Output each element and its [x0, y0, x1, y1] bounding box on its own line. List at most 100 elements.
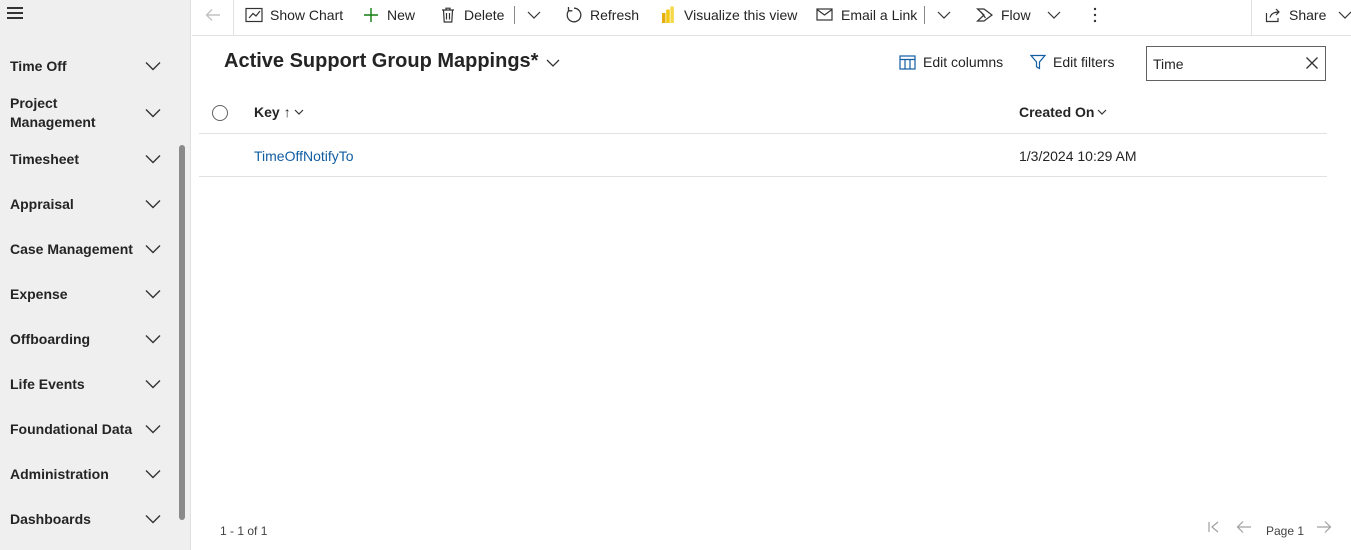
chevron-down-icon — [145, 199, 161, 209]
sidebar-item-label: Administration — [10, 465, 109, 482]
visualize-view-label: Visualize this view — [684, 7, 798, 23]
created-on-cell: 1/3/2024 10:29 AM — [1019, 148, 1137, 164]
trash-icon — [439, 6, 457, 24]
chevron-down-icon — [935, 6, 953, 24]
chevron-down-icon — [1045, 6, 1063, 24]
view-selector[interactable]: Active Support Group Mappings* — [224, 50, 560, 73]
share-label: Share — [1289, 7, 1327, 23]
email-more-dropdown[interactable] — [935, 0, 953, 30]
sidebar-item-appraisal[interactable]: Appraisal — [0, 194, 175, 214]
sidebar-item-label: Expense — [10, 285, 68, 302]
sidebar-item-offboarding[interactable]: Offboarding — [0, 329, 175, 349]
sidebar-item-label: Case Management — [10, 240, 133, 257]
sidebar-item-timesheet[interactable]: Timesheet — [0, 149, 175, 169]
plus-icon — [362, 6, 380, 24]
sidebar-item-label: Dashboards — [10, 510, 91, 527]
search-box — [1146, 46, 1326, 81]
arrow-left-icon — [1236, 520, 1252, 537]
more-commands-button[interactable] — [1086, 0, 1104, 30]
visualize-view-button[interactable]: Visualize this view — [659, 0, 797, 30]
previous-page-button[interactable] — [1236, 520, 1252, 537]
show-chart-button[interactable]: Show Chart — [245, 0, 343, 30]
sidebar-item-label: Offboarding — [10, 330, 91, 347]
edit-filters-button[interactable]: Edit filters — [1030, 54, 1114, 70]
new-button[interactable]: New — [362, 0, 415, 30]
filter-icon — [1030, 54, 1046, 70]
chevron-down-icon — [145, 424, 161, 434]
key-link[interactable]: TimeOffNotifyTo — [254, 148, 354, 164]
divider — [924, 6, 925, 24]
refresh-button[interactable]: Refresh — [565, 0, 639, 30]
sidebar-item-life-events[interactable]: Life Events — [0, 374, 175, 394]
email-link-label: Email a Link — [841, 7, 918, 23]
column-header-created-on[interactable]: Created On — [1019, 104, 1107, 120]
command-bar: Show Chart New Delete Refresh Visualize … — [192, 0, 1351, 36]
refresh-icon — [565, 6, 583, 24]
sidebar-item-label: Life Events — [10, 375, 85, 392]
flow-icon — [976, 6, 994, 24]
chevron-down-icon — [145, 108, 161, 118]
column-header-label: Key — [254, 104, 280, 120]
new-label: New — [387, 7, 416, 23]
column-header-label: Created On — [1019, 104, 1095, 120]
chevron-down-icon — [145, 244, 161, 254]
record-count: 1 - 1 of 1 — [220, 524, 268, 538]
show-chart-label: Show Chart — [270, 7, 344, 23]
table-row[interactable]: TimeOffNotifyTo 1/3/2024 10:29 AM — [199, 135, 1327, 177]
sidebar-item-label: Timesheet — [10, 150, 79, 167]
grid-header: Key ↑ Created On — [199, 92, 1327, 134]
chevron-down-icon — [145, 61, 161, 71]
sidebar-item-label: Time Off — [10, 57, 67, 74]
back-button[interactable] — [204, 0, 222, 30]
close-icon[interactable] — [1305, 56, 1319, 70]
delete-more-dropdown[interactable] — [525, 0, 543, 30]
sidebar-scrollbar[interactable] — [179, 145, 185, 520]
first-page-button[interactable] — [1207, 520, 1221, 537]
delete-label: Delete — [464, 7, 505, 23]
page-title: Active Support Group Mappings* — [224, 50, 539, 72]
arrow-right-icon — [1316, 520, 1332, 537]
divider — [514, 6, 515, 24]
select-all-checkbox[interactable] — [212, 105, 228, 121]
sidebar-item-project-management[interactable]: Project Management — [0, 94, 175, 132]
sidebar-item-label: Foundational Data — [10, 420, 133, 437]
sidebar-item-foundational-data[interactable]: Foundational Data — [0, 419, 175, 439]
sidebar: Time Off Project Management Timesheet Ap… — [0, 0, 191, 550]
edit-columns-icon — [899, 54, 916, 70]
sidebar-item-time-off[interactable]: Time Off — [0, 56, 175, 76]
hamburger-menu-icon[interactable] — [7, 7, 23, 21]
column-header-key[interactable]: Key ↑ — [254, 104, 304, 120]
edit-columns-button[interactable]: Edit columns — [899, 54, 1003, 70]
chevron-down-icon — [546, 50, 560, 73]
sidebar-item-administration[interactable]: Administration — [0, 464, 175, 484]
share-icon — [1264, 6, 1282, 24]
sidebar-item-expense[interactable]: Expense — [0, 284, 175, 304]
first-page-icon — [1207, 520, 1221, 537]
chevron-down-icon — [525, 6, 543, 24]
page-label: Page 1 — [1266, 524, 1305, 538]
power-bi-icon — [659, 6, 677, 24]
arrow-left-icon — [204, 6, 222, 24]
mail-link-icon — [816, 6, 834, 24]
delete-button[interactable]: Delete — [439, 0, 504, 30]
divider — [233, 0, 234, 36]
sidebar-item-label: Project Management — [10, 95, 96, 130]
share-button[interactable]: Share — [1264, 0, 1351, 30]
divider — [1251, 0, 1252, 36]
email-link-button[interactable]: Email a Link — [816, 0, 917, 30]
next-page-button[interactable] — [1316, 520, 1332, 537]
chevron-down-icon — [1097, 109, 1107, 115]
chevron-down-icon — [294, 109, 304, 115]
sidebar-item-dashboards[interactable]: Dashboards — [0, 509, 175, 529]
refresh-label: Refresh — [590, 7, 640, 23]
edit-columns-label: Edit columns — [923, 54, 1004, 70]
sidebar-item-case-management[interactable]: Case Management — [0, 239, 175, 259]
chevron-down-icon — [145, 289, 161, 299]
sidebar-item-label: Appraisal — [10, 195, 74, 212]
chevron-down-icon — [145, 469, 161, 479]
sort-ascending-icon: ↑ — [283, 104, 291, 120]
chevron-down-icon — [145, 379, 161, 389]
more-vertical-icon — [1086, 6, 1104, 24]
search-input[interactable] — [1147, 47, 1297, 80]
flow-button[interactable]: Flow — [976, 0, 1063, 30]
